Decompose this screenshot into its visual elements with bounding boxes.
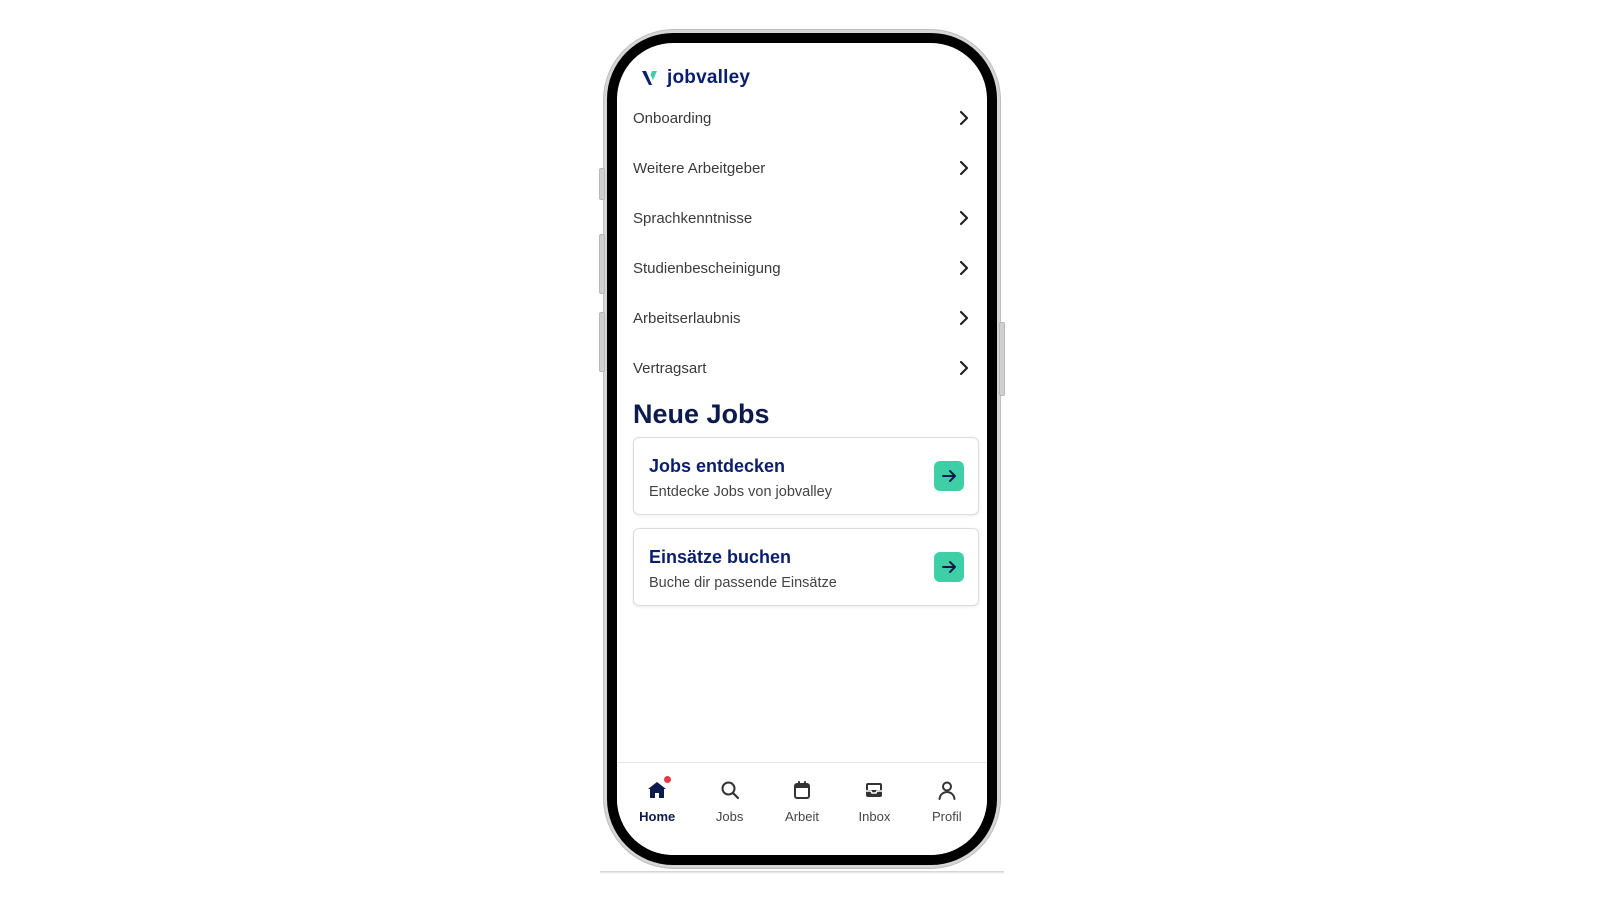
card-subtitle: Entdecke Jobs von jobvalley bbox=[649, 484, 832, 500]
jobvalley-logo-icon bbox=[642, 71, 657, 85]
menu-item-label: Weitere Arbeitgeber bbox=[633, 159, 766, 177]
arrow-button[interactable] bbox=[934, 552, 964, 582]
volume-up-button bbox=[599, 234, 605, 294]
menu-item-arbeitserlaubnis[interactable]: Arbeitserlaubnis bbox=[617, 293, 987, 343]
tab-label: Home bbox=[639, 809, 676, 824]
menu-item-label: Vertragsart bbox=[633, 359, 707, 377]
tab-label: Jobs bbox=[715, 809, 744, 824]
search-icon bbox=[719, 779, 741, 801]
mute-switch bbox=[599, 168, 605, 200]
phone-bezel: jobvalley Onboarding Weitere Arbeitgeber… bbox=[607, 33, 997, 865]
app-header: jobvalley bbox=[641, 65, 750, 91]
profile-menu: Onboarding Weitere Arbeitgeber Sprachken… bbox=[617, 93, 987, 393]
menu-item-label: Arbeitserlaubnis bbox=[633, 309, 741, 327]
phone-shadow bbox=[600, 871, 1004, 874]
chevron-right-icon bbox=[959, 160, 969, 176]
menu-item-onboarding[interactable]: Onboarding bbox=[617, 93, 987, 143]
menu-item-weitere-arbeitgeber[interactable]: Weitere Arbeitgeber bbox=[617, 143, 987, 193]
menu-item-label: Studienbescheinigung bbox=[633, 259, 781, 277]
power-button bbox=[999, 322, 1005, 396]
card-jobs-entdecken[interactable]: Jobs entdecken Entdecke Jobs von jobvall… bbox=[633, 437, 979, 515]
tab-arbeit[interactable]: Arbeit bbox=[766, 763, 838, 855]
menu-item-sprachkenntnisse[interactable]: Sprachkenntnisse bbox=[617, 193, 987, 243]
tab-profil[interactable]: Profil bbox=[911, 763, 983, 855]
card-title: Einsätze buchen bbox=[649, 547, 792, 567]
tab-label: Profil bbox=[932, 809, 962, 824]
tab-inbox[interactable]: Inbox bbox=[838, 763, 910, 855]
home-icon bbox=[646, 776, 672, 801]
card-einsaetze-buchen[interactable]: Einsätze buchen Buche dir passende Einsä… bbox=[633, 528, 979, 606]
chevron-right-icon bbox=[959, 210, 969, 226]
volume-down-button bbox=[599, 312, 605, 372]
card-title: Jobs entdecken bbox=[649, 456, 786, 476]
tab-label: Arbeit bbox=[785, 809, 819, 824]
chevron-right-icon bbox=[959, 360, 969, 376]
user-icon bbox=[936, 779, 958, 801]
phone-frame: jobvalley Onboarding Weitere Arbeitgeber… bbox=[599, 30, 1005, 868]
menu-item-label: Sprachkenntnisse bbox=[633, 209, 753, 227]
menu-item-vertragsart[interactable]: Vertragsart bbox=[617, 343, 987, 393]
tab-jobs[interactable]: Jobs bbox=[693, 763, 765, 855]
card-subtitle: Buche dir passende Einsätze bbox=[649, 575, 837, 591]
chevron-right-icon bbox=[959, 260, 969, 276]
inbox-icon bbox=[863, 779, 885, 801]
arrow-right-icon bbox=[942, 561, 956, 573]
chevron-right-icon bbox=[959, 310, 969, 326]
app-screen: jobvalley Onboarding Weitere Arbeitgeber… bbox=[617, 43, 987, 855]
arrow-right-icon bbox=[942, 470, 956, 482]
tab-label: Inbox bbox=[858, 809, 891, 824]
bottom-tab-bar: Home Jobs Arbeit Inbox Profil bbox=[617, 762, 987, 855]
chevron-right-icon bbox=[959, 110, 969, 126]
tab-home[interactable]: Home bbox=[621, 763, 693, 855]
arrow-button[interactable] bbox=[934, 461, 964, 491]
notification-badge bbox=[664, 776, 672, 783]
section-title-neue-jobs: Neue Jobs bbox=[633, 399, 770, 429]
calendar-icon bbox=[791, 779, 813, 801]
menu-item-studienbescheinigung[interactable]: Studienbescheinigung bbox=[617, 243, 987, 293]
menu-item-label: Onboarding bbox=[633, 109, 712, 127]
brand-name: jobvalley bbox=[667, 67, 751, 88]
